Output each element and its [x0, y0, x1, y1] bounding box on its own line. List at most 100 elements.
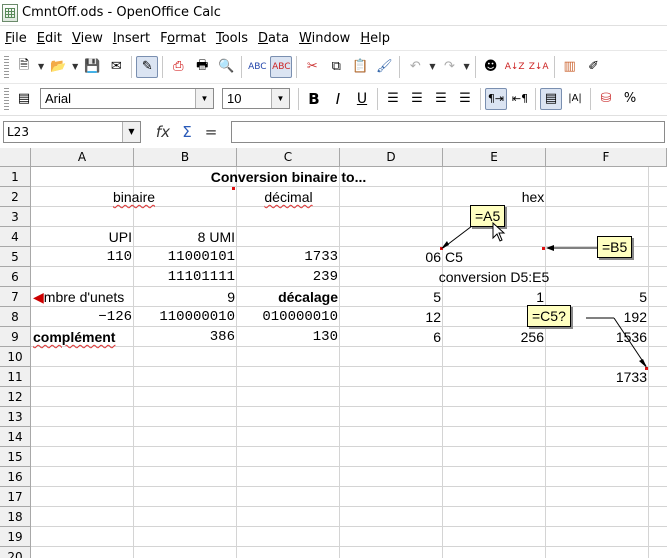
row-header-8[interactable]: 8	[0, 307, 31, 327]
cell-a7[interactable]: ◀mbre d'unets	[31, 288, 134, 307]
row-header-10[interactable]: 10	[0, 347, 31, 367]
comment-c5[interactable]: =C5?	[527, 305, 571, 327]
undo-icon[interactable]: ↶	[404, 56, 426, 78]
text-left-to-right-icon[interactable]: ¶⇥	[485, 87, 507, 110]
edit-file-icon[interactable]: ✎	[136, 55, 159, 78]
currency-format-icon[interactable]: ⛁	[595, 88, 617, 110]
cell-b9[interactable]: 386	[134, 328, 237, 347]
cell-c2[interactable]: décimal	[237, 188, 340, 207]
menu-help[interactable]: Help	[355, 31, 395, 46]
comment-b5[interactable]: =B5	[597, 236, 633, 258]
cell-a5[interactable]: 110	[31, 248, 134, 267]
export-pdf-icon[interactable]: ⎙	[167, 56, 189, 78]
cell-e9[interactable]: 256	[443, 328, 546, 347]
menu-data[interactable]: Data	[253, 31, 294, 46]
sort-descending-icon[interactable]: Z↓A	[528, 56, 550, 78]
row-header-19[interactable]: 19	[0, 527, 31, 547]
column-header-a[interactable]: A	[31, 148, 134, 167]
cell-a2[interactable]: binaire	[31, 188, 237, 207]
spreadsheet-grid[interactable]: A B C D E F 1 2 3 4 5 6 7 8 9 10 11 12 13 14 15 16 17 18 1…	[0, 148, 667, 558]
row-header-4[interactable]: 4	[0, 227, 31, 247]
row-header-7[interactable]: 7	[0, 287, 31, 307]
menu-format[interactable]: Format	[155, 31, 211, 46]
paste-icon[interactable]: 📋	[349, 56, 371, 78]
chevron-down-icon[interactable]: ▼	[195, 89, 213, 108]
cell-c9[interactable]: 130	[237, 328, 340, 347]
justify-icon[interactable]: ☰	[454, 88, 476, 110]
cell-d8[interactable]: 12	[340, 308, 443, 327]
cell-a9[interactable]: complément	[31, 328, 134, 347]
undo-dropdown-arrow[interactable]: ▼	[429, 62, 435, 71]
clone-formatting-icon[interactable]: 🖌	[373, 56, 395, 78]
column-header-f[interactable]: F	[546, 148, 667, 167]
cell-a4[interactable]: UPI	[31, 228, 134, 247]
menu-edit[interactable]: Edit	[32, 31, 67, 46]
redo-icon[interactable]: ↷	[438, 56, 460, 78]
equals-icon[interactable]: =	[199, 123, 223, 141]
align-right-icon[interactable]: ☰	[430, 88, 452, 110]
toolbar-grip[interactable]	[4, 87, 9, 110]
autospellcheck-icon[interactable]: ABC	[270, 55, 293, 78]
styles-formatting-icon[interactable]: ▤	[13, 88, 35, 110]
toolbar-grip[interactable]	[4, 55, 9, 78]
cell-a8[interactable]: −126	[31, 308, 134, 327]
email-icon[interactable]: ✉	[105, 56, 127, 78]
select-all-corner[interactable]	[0, 148, 31, 167]
print-preview-icon[interactable]: 🔍	[215, 56, 237, 78]
spellcheck-icon[interactable]: ABC	[246, 56, 268, 78]
cell-c6[interactable]: 239	[237, 268, 340, 287]
column-header-b[interactable]: B	[134, 148, 237, 167]
menu-window[interactable]: Window	[294, 31, 355, 46]
column-header-e[interactable]: E	[443, 148, 546, 167]
text-right-to-left-icon[interactable]: ⇤¶	[509, 88, 531, 110]
save-icon[interactable]: 💾	[81, 56, 103, 78]
cell-f9[interactable]: 1536	[546, 328, 649, 347]
new-document-icon[interactable]: 🗎	[13, 56, 35, 78]
row-header-13[interactable]: 13	[0, 407, 31, 427]
cell-b4[interactable]: 8 UMI	[134, 228, 237, 247]
row-header-3[interactable]: 3	[0, 207, 31, 227]
menu-view[interactable]: View	[67, 31, 108, 46]
align-left-icon[interactable]: ☰	[382, 88, 404, 110]
comment-marker[interactable]	[232, 187, 235, 190]
font-name-box[interactable]: Arial ▼	[40, 88, 214, 109]
cell-b6[interactable]: 11101111	[134, 268, 237, 287]
row-header-1[interactable]: 1	[0, 167, 31, 187]
name-box[interactable]: L23 ▼	[3, 120, 141, 143]
menu-insert[interactable]: Insert	[108, 31, 155, 46]
function-wizard-icon[interactable]: fx	[151, 123, 175, 141]
bold-icon[interactable]: B	[303, 88, 325, 110]
cell-e5[interactable]: C5	[443, 248, 546, 267]
row-header-14[interactable]: 14	[0, 427, 31, 447]
cut-icon[interactable]: ✂	[301, 56, 323, 78]
cell-b5[interactable]: 11000101	[134, 248, 237, 267]
row-header-12[interactable]: 12	[0, 387, 31, 407]
formula-input[interactable]	[231, 120, 665, 143]
column-header-d[interactable]: D	[340, 148, 443, 167]
redo-dropdown-arrow[interactable]: ▼	[463, 62, 469, 71]
sum-icon[interactable]: Σ	[175, 123, 199, 141]
cell-b1-title[interactable]: Conversion binaire to...	[134, 168, 443, 187]
cell-c7[interactable]: décalage	[237, 288, 340, 307]
percent-format-icon[interactable]: %	[619, 88, 641, 110]
cell-c5[interactable]: 1733	[237, 248, 340, 267]
new-dropdown-arrow[interactable]: ▼	[38, 62, 44, 71]
row-header-15[interactable]: 15	[0, 447, 31, 467]
row-header-11[interactable]: 11	[0, 367, 31, 387]
chevron-down-icon[interactable]: ▼	[271, 89, 289, 108]
hyperlink-icon[interactable]: ☻	[480, 56, 502, 78]
copy-icon[interactable]: ⧉	[325, 56, 347, 78]
row-header-17[interactable]: 17	[0, 487, 31, 507]
open-folder-icon[interactable]: 📂	[47, 56, 69, 78]
cell-f11[interactable]: 1733	[546, 368, 649, 387]
open-dropdown-arrow[interactable]: ▼	[72, 62, 78, 71]
underline-icon[interactable]: U	[351, 88, 373, 110]
comment-marker[interactable]	[645, 367, 648, 370]
column-header-c[interactable]: C	[237, 148, 340, 167]
draw-functions-icon[interactable]: ✐	[583, 56, 605, 78]
align-center-icon[interactable]: ☰	[406, 88, 428, 110]
cell-d7[interactable]: 5	[340, 288, 443, 307]
cell-b7[interactable]: 9	[134, 288, 237, 307]
row-header-9[interactable]: 9	[0, 327, 31, 347]
comment-marker[interactable]	[542, 247, 545, 250]
